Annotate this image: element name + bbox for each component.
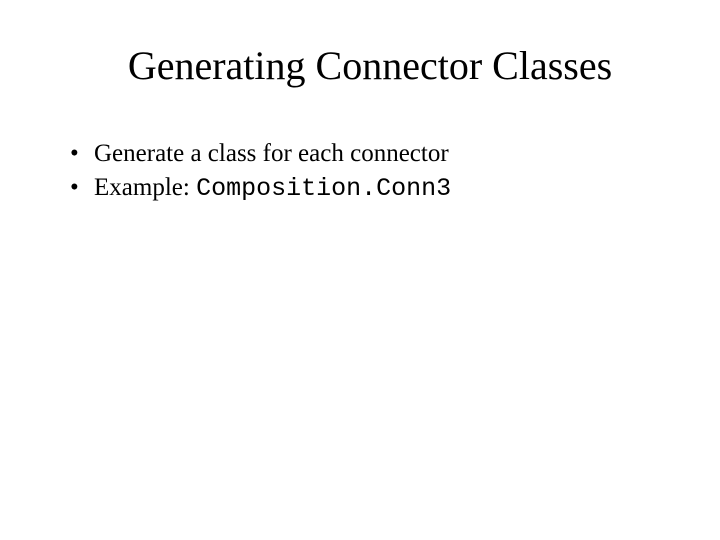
- slide: Generating Connector Classes Generate a …: [0, 0, 720, 540]
- list-item: Generate a class for each connector: [70, 137, 660, 171]
- bullet-prefix: Example:: [94, 174, 196, 201]
- list-item: Example: Composition.Conn3: [70, 171, 660, 206]
- bullet-code: Composition.Conn3: [196, 174, 451, 203]
- bullet-text: Generate a class for each connector: [94, 140, 449, 167]
- bullet-list: Generate a class for each connector Exam…: [60, 137, 660, 206]
- slide-title: Generating Connector Classes: [80, 42, 660, 89]
